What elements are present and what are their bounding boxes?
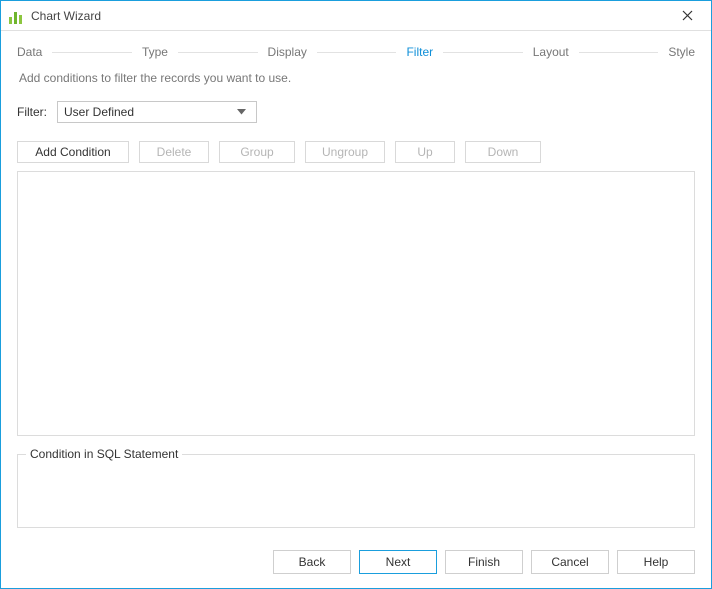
window-title: Chart Wizard <box>31 9 671 23</box>
close-button[interactable] <box>671 4 703 28</box>
wizard-footer: Back Next Finish Cancel Help <box>1 540 711 588</box>
delete-button[interactable]: Delete <box>139 141 209 163</box>
close-icon <box>682 10 693 21</box>
wizard-steps: Data Type Display Filter Layout Style <box>1 31 711 65</box>
step-data[interactable]: Data <box>17 45 42 59</box>
back-button[interactable]: Back <box>273 550 351 574</box>
next-button[interactable]: Next <box>359 550 437 574</box>
step-layout[interactable]: Layout <box>533 45 569 59</box>
step-subtitle: Add conditions to filter the records you… <box>1 65 711 101</box>
titlebar: Chart Wizard <box>1 1 711 31</box>
filter-label: Filter: <box>17 105 47 119</box>
filter-select[interactable]: User Defined <box>57 101 257 123</box>
add-condition-button[interactable]: Add Condition <box>17 141 129 163</box>
help-button[interactable]: Help <box>617 550 695 574</box>
condition-toolbar: Add Condition Delete Group Ungroup Up Do… <box>17 141 695 163</box>
chart-wizard-window: Chart Wizard Data Type Display Filter La… <box>0 0 712 589</box>
ungroup-button[interactable]: Ungroup <box>305 141 385 163</box>
down-button[interactable]: Down <box>465 141 541 163</box>
chevron-down-icon <box>232 102 250 122</box>
group-button[interactable]: Group <box>219 141 295 163</box>
filter-select-value: User Defined <box>64 105 232 119</box>
step-type[interactable]: Type <box>142 45 168 59</box>
cancel-button[interactable]: Cancel <box>531 550 609 574</box>
step-display[interactable]: Display <box>268 45 307 59</box>
chart-icon <box>9 8 25 24</box>
sql-statement-group: Condition in SQL Statement <box>17 454 695 528</box>
step-filter[interactable]: Filter <box>406 45 433 59</box>
sql-statement-legend: Condition in SQL Statement <box>26 447 182 461</box>
filter-row: Filter: User Defined <box>17 101 695 123</box>
up-button[interactable]: Up <box>395 141 455 163</box>
conditions-list[interactable] <box>17 171 695 436</box>
finish-button[interactable]: Finish <box>445 550 523 574</box>
content-area: Filter: User Defined Add Condition Delet… <box>1 101 711 540</box>
step-style[interactable]: Style <box>668 45 695 59</box>
